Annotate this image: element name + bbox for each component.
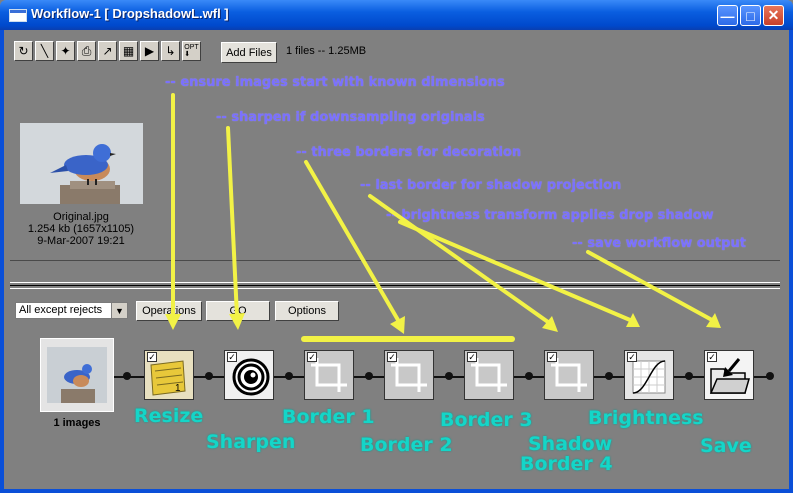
arrowhead — [706, 313, 721, 328]
arrow-to-sharpen — [226, 126, 239, 318]
workflow-window: Workflow-1 [ DropshadowL.wfl ] — □ ✕ ↻ ╲… — [0, 0, 793, 493]
arrow-to-shadow-border — [368, 194, 550, 324]
annotation-arrows — [165, 93, 721, 342]
arrowhead — [165, 314, 181, 330]
arrow-to-brightness — [398, 220, 632, 322]
arrow-to-borders — [304, 160, 400, 322]
arrowhead — [229, 313, 245, 330]
